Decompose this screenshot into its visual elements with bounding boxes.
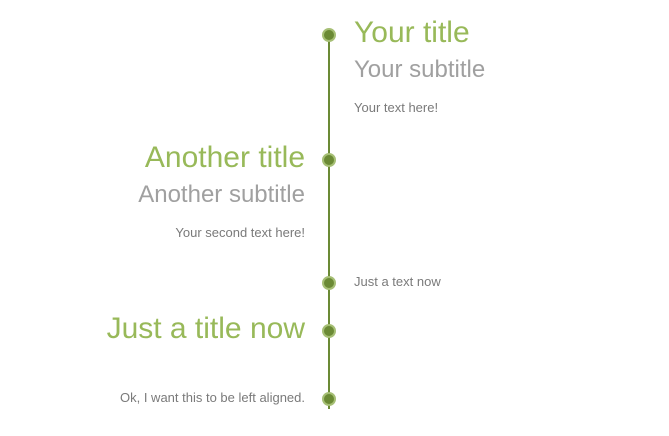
timeline-dot xyxy=(322,392,336,406)
item-text: Ok, I want this to be left aligned. xyxy=(120,390,305,405)
timeline-dot xyxy=(322,324,336,338)
timeline-dot xyxy=(322,153,336,167)
item-text: Your text here! xyxy=(354,100,439,115)
timeline-line xyxy=(328,34,330,409)
item-text: Your second text here! xyxy=(175,225,305,240)
item-title: Your title xyxy=(354,16,470,49)
item-text: Just a text now xyxy=(354,274,441,289)
item-subtitle: Your subtitle xyxy=(354,56,486,83)
timeline-dot xyxy=(322,28,336,42)
timeline-item-1: Your title Your subtitle Your text here! xyxy=(354,15,485,116)
item-title: Another title xyxy=(144,141,305,174)
item-title: Just a title now xyxy=(106,312,305,345)
timeline-item-4: Just a title now xyxy=(107,311,305,347)
timeline: Your title Your subtitle Your text here!… xyxy=(0,0,669,436)
timeline-item-5: Ok, I want this to be left aligned. xyxy=(120,390,305,406)
timeline-dot xyxy=(322,276,336,290)
timeline-item-2: Another title Another subtitle Your seco… xyxy=(138,140,305,241)
timeline-item-3: Just a text now xyxy=(354,274,441,290)
item-subtitle: Another subtitle xyxy=(138,181,305,208)
